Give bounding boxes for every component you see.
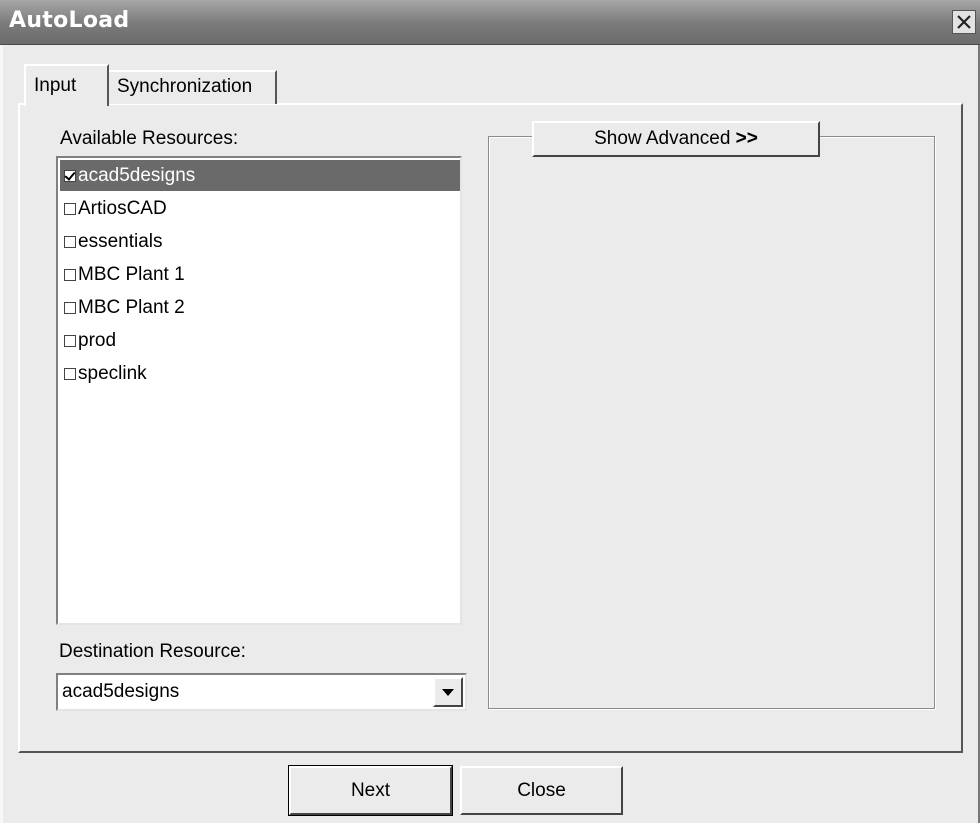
checkbox[interactable] xyxy=(64,202,76,215)
window-title: AutoLoad xyxy=(9,8,130,33)
list-item[interactable]: speclink xyxy=(60,358,460,389)
window-close-button[interactable] xyxy=(952,10,976,34)
checkbox[interactable] xyxy=(64,301,76,314)
show-advanced-arrows: >> xyxy=(735,128,758,149)
destination-resource-select[interactable]: acad5designs xyxy=(56,673,467,711)
title-bar[interactable]: AutoLoad xyxy=(0,0,980,45)
checkbox[interactable] xyxy=(64,367,76,380)
list-item-label: MBC Plant 2 xyxy=(78,296,185,318)
list-item[interactable]: MBC Plant 2 xyxy=(60,292,460,323)
tab-synchronization[interactable]: Synchronization xyxy=(109,70,277,104)
list-item[interactable]: MBC Plant 1 xyxy=(60,259,460,290)
list-item-label: acad5designs xyxy=(78,164,196,186)
available-resources-label: Available Resources: xyxy=(60,128,239,149)
checkbox[interactable] xyxy=(64,334,76,347)
list-item[interactable]: acad5designs xyxy=(60,160,460,191)
window-border-left xyxy=(0,44,3,823)
list-item-label: prod xyxy=(78,329,117,351)
destination-resource-value: acad5designs xyxy=(62,681,180,702)
list-item-label: speclink xyxy=(78,362,147,384)
list-item-label: essentials xyxy=(78,230,163,252)
next-button[interactable]: Next xyxy=(288,765,453,816)
checkbox[interactable] xyxy=(64,235,76,248)
chevron-down-icon xyxy=(442,689,454,696)
checkbox[interactable] xyxy=(64,268,76,281)
destination-resource-label: Destination Resource: xyxy=(59,641,246,662)
list-item[interactable]: ArtiosCAD xyxy=(60,193,460,224)
close-button[interactable]: Close xyxy=(460,766,623,815)
available-resources-list[interactable]: acad5designs ArtiosCAD essentials MBC Pl… xyxy=(56,156,462,625)
show-advanced-label: Show Advanced xyxy=(594,128,736,149)
autoload-dialog: AutoLoad Input Synchronization Available… xyxy=(0,0,980,823)
advanced-options-groupbox xyxy=(488,136,935,709)
show-advanced-button[interactable]: Show Advanced >> xyxy=(532,121,820,157)
list-item-label: ArtiosCAD xyxy=(78,197,167,219)
tab-input[interactable]: Input xyxy=(24,64,109,106)
list-item[interactable]: prod xyxy=(60,325,460,356)
dropdown-button[interactable] xyxy=(433,677,463,707)
list-item[interactable]: essentials xyxy=(60,226,460,257)
checkbox-checked[interactable] xyxy=(64,169,76,182)
list-item-label: MBC Plant 1 xyxy=(78,263,185,285)
close-icon xyxy=(957,15,971,29)
